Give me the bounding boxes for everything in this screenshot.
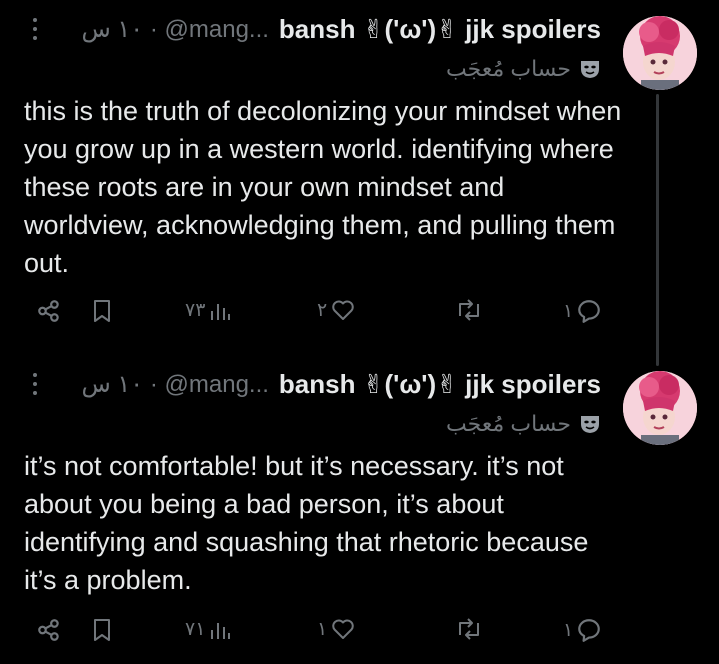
handle-and-time[interactable]: ١٠ س · @mang... (81, 15, 268, 44)
repost-button[interactable] (452, 298, 483, 322)
post-actions: ٧١ ١ ١ (0, 617, 719, 655)
likes-count: ٢ (317, 299, 328, 321)
reply-icon (578, 300, 601, 323)
repost-icon (459, 299, 479, 321)
repost-button[interactable] (452, 617, 483, 641)
post-actions: ٧٣ ٢ ١ (0, 298, 719, 336)
like-button[interactable]: ٢ (317, 298, 356, 322)
more-options-icon[interactable] (28, 18, 44, 44)
badge-row: حساب مُعجَب (446, 56, 601, 82)
avatar-image (623, 16, 697, 90)
post-header: ١٠ س · @mang... bansh ✌︎('ω')✌︎ jjk spoi… (81, 14, 601, 45)
bookmark-icon (94, 300, 110, 322)
post-text: this is the truth of decolonizing your m… (24, 96, 622, 278)
likes-count: ١ (317, 618, 328, 640)
mask-icon (581, 61, 599, 78)
badge-label: حساب مُعجَب (446, 411, 571, 436)
display-name[interactable]: bansh ✌︎('ω')✌︎ jjk spoilers (279, 14, 601, 45)
badge-row: حساب مُعجَب (446, 411, 601, 437)
views-icon (211, 623, 231, 639)
reply-button[interactable]: ١ (563, 617, 602, 643)
share-button[interactable] (36, 617, 62, 643)
views-button[interactable]: ٧١ (185, 617, 232, 641)
replies-count: ١ (563, 619, 574, 641)
avatar[interactable] (623, 16, 697, 90)
like-button[interactable]: ١ (317, 617, 356, 641)
bookmark-button[interactable] (90, 298, 114, 324)
share-icon (38, 619, 59, 641)
views-count: ٧١ (185, 618, 206, 640)
views-icon (211, 304, 231, 320)
handle-and-time[interactable]: ١٠ س · @mang... (81, 370, 268, 399)
display-name[interactable]: bansh ✌︎('ω')✌︎ jjk spoilers (279, 369, 601, 400)
bookmark-icon (94, 619, 110, 641)
reply-button[interactable]: ١ (563, 298, 602, 324)
post-header: ١٠ س · @mang... bansh ✌︎('ω')✌︎ jjk spoi… (81, 369, 601, 400)
mask-icon (581, 416, 599, 433)
avatar-image (623, 371, 697, 445)
views-button[interactable]: ٧٣ (185, 298, 232, 322)
post-1[interactable]: ١٠ س · @mang... bansh ✌︎('ω')✌︎ jjk spoi… (0, 0, 719, 366)
share-button[interactable] (36, 298, 62, 324)
badge-label: حساب مُعجَب (446, 56, 571, 81)
heart-icon (332, 619, 354, 639)
avatar[interactable] (623, 371, 697, 445)
replies-count: ١ (563, 300, 574, 322)
post-text: it’s not comfortable! but it’s necessary… (24, 451, 589, 595)
repost-icon (459, 618, 479, 640)
views-count: ٧٣ (185, 299, 206, 321)
heart-icon (332, 300, 354, 320)
reply-icon (578, 619, 601, 642)
bookmark-button[interactable] (90, 617, 114, 643)
more-options-icon[interactable] (28, 373, 44, 399)
share-icon (38, 300, 59, 322)
post-2[interactable]: ١٠ س · @mang... bansh ✌︎('ω')✌︎ jjk spoi… (0, 355, 719, 664)
